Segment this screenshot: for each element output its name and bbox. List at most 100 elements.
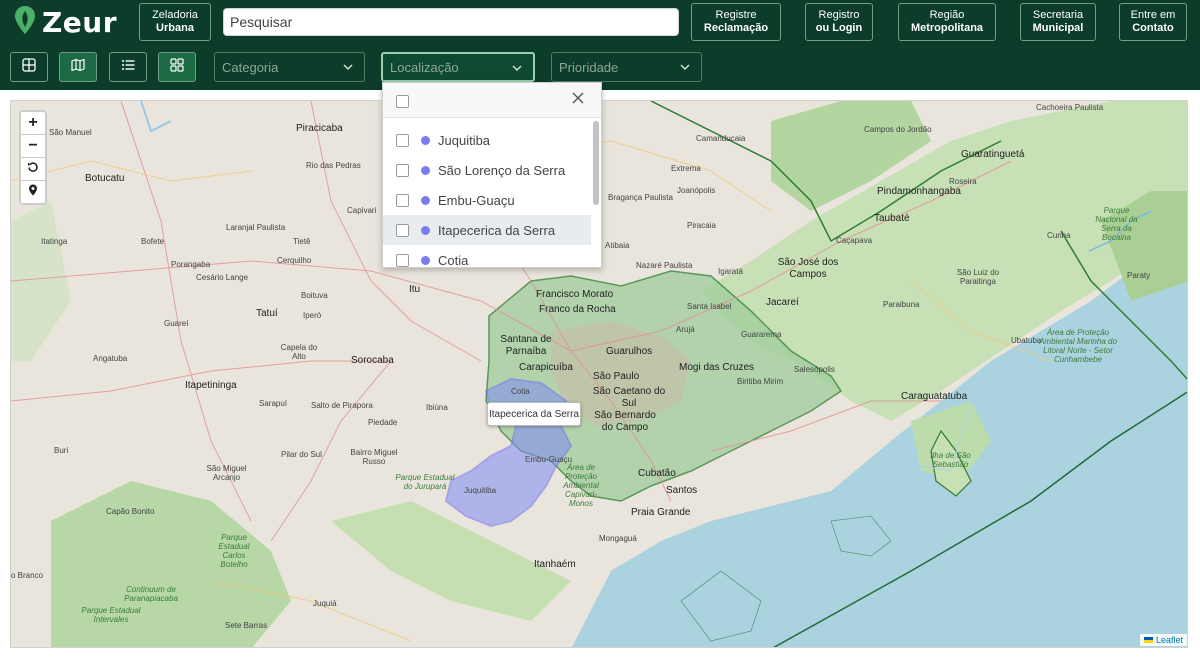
ukraine-flag-icon — [1143, 637, 1153, 643]
nav-zeladoria-urbana[interactable]: Zeladoria Urbana — [139, 3, 211, 41]
map-label-taubate: Taubaté — [874, 213, 910, 224]
color-dot — [421, 195, 430, 205]
map-label-parque-jurupara: Parque Estadual do Jurupará — [395, 473, 455, 491]
map-label-atibaia: Atibaia — [605, 241, 630, 250]
close-icon[interactable] — [572, 91, 584, 109]
priority-select-label: Prioridade — [559, 59, 619, 75]
location-select-label: Localização — [390, 59, 459, 75]
color-dot — [421, 135, 430, 145]
map-label-parque-carlos-botelho: Parque Estadual Carlos Botelho — [218, 533, 250, 569]
map-label-mogi-das-cruzes: Mogi das Cruzes — [679, 362, 755, 373]
location-option-sao-lorenco-da-serra[interactable]: São Lorenço da Serra — [383, 155, 591, 185]
map-label-botucatu: Botucatu — [85, 173, 125, 184]
map-label-aruja: Arujá — [676, 325, 695, 334]
location-pin-icon — [27, 183, 39, 201]
locate-button[interactable] — [21, 181, 45, 203]
map-label-guararema: Guararema — [741, 330, 782, 339]
map-label-santa-isabel: Santa Isabel — [687, 302, 732, 311]
location-option-juquitiba[interactable]: Juquitiba — [383, 125, 591, 155]
location-option-cotia[interactable]: Cotia — [383, 245, 591, 268]
list-icon — [121, 58, 135, 77]
map-label-bairro-miguel-russo: Bairro Miguel Russo — [350, 448, 398, 466]
nav-entre-em-contato[interactable]: Entre em Contato — [1119, 3, 1187, 41]
map-label-cunha: Cunha — [1047, 231, 1071, 240]
map-label-santana-de-parnaiba: Santana de Parnaíba — [500, 334, 552, 357]
map-attribution[interactable]: Leaflet — [1139, 634, 1187, 646]
map-label-braganca-paulista: Bragança Paulista — [608, 193, 673, 202]
brand-logo[interactable]: Zeur — [14, 3, 117, 41]
location-option-itapecerica-da-serra[interactable]: Itapecerica da Serra — [383, 215, 591, 245]
map-label-guarei: Guareí — [164, 319, 189, 328]
map-icon — [71, 58, 85, 77]
map-label-continuum-paranapiacaba: Continuum de Paranapiacaba — [124, 585, 178, 603]
map-pin-logo-icon — [14, 5, 36, 40]
map-label-tatui: Tatuí — [256, 308, 278, 319]
nav-secretaria-municipal[interactable]: Secretaria Municipal — [1020, 3, 1096, 41]
nav-label-line1: Zeladoria — [152, 9, 198, 21]
option-checkbox[interactable] — [396, 133, 409, 147]
map-view-button[interactable] — [59, 52, 97, 82]
map-label-piedade: Piedade — [368, 418, 398, 427]
map-label-guarulhos: Guarulhos — [606, 346, 653, 357]
map-label-pindamonhangaba: Pindamonhangaba — [877, 186, 961, 197]
color-dot — [421, 225, 430, 235]
map-label-santos: Santos — [666, 485, 698, 496]
map-label-praia-grande: Praia Grande — [631, 507, 691, 518]
map-label-sao-miguel-arcanjo: São Miguel Arcanjo — [206, 464, 247, 482]
nav-label-line1: Entre em — [1130, 9, 1176, 21]
nav-label-line2: Contato — [1132, 22, 1174, 34]
map-label-pilar-do-sul: Pilar do Sul — [281, 450, 322, 459]
map-label-ibiuna: Ibiúna — [426, 403, 448, 412]
dropdown-scrollbar[interactable] — [593, 121, 599, 205]
grid-icon — [170, 57, 184, 77]
map-label-buri: Buri — [54, 446, 69, 455]
list-view-button[interactable] — [109, 52, 147, 82]
option-checkbox[interactable] — [396, 253, 409, 267]
color-dot — [421, 255, 430, 265]
chevron-down-icon — [511, 62, 523, 77]
map-label-itanhaem: Itanhaém — [534, 559, 576, 570]
nav-registro-login[interactable]: Registro ou Login — [805, 3, 873, 41]
grid-view-button[interactable] — [158, 52, 196, 82]
map-tooltip: Itapecerica da Serra — [487, 402, 581, 426]
map-label-paraty: Paraty — [1127, 271, 1151, 280]
attribution-link[interactable]: Leaflet — [1156, 635, 1183, 645]
nav-regiao-metropolitana[interactable]: Região Metropolitana — [898, 3, 996, 41]
reset-view-button[interactable] — [21, 158, 45, 181]
map-label-cerquilho: Cerquilho — [277, 256, 312, 265]
map-label-tiete: Tietê — [293, 237, 311, 246]
map-label-campos-do-jordao: Campos do Jordão — [864, 125, 932, 134]
select-all-checkbox[interactable] — [396, 95, 409, 108]
map-label-sao-bernardo-do-campo: São Bernardo do Campo — [594, 410, 656, 433]
priority-select[interactable]: Prioridade — [551, 52, 702, 82]
table-view-button[interactable] — [10, 52, 48, 82]
map-label-francisco-morato: Francisco Morato — [536, 289, 614, 300]
map-label-biritiba-mirim: Biritiba Mirim — [737, 377, 784, 386]
map-label-parque-intervales: Parque Estadual Intervales — [81, 606, 141, 624]
option-checkbox[interactable] — [396, 163, 409, 177]
nav-label-line1: Registre — [715, 9, 757, 21]
map-label-sarapui: Sarapuí — [259, 399, 288, 408]
map-label-sao-paulo: São Paulo — [593, 371, 640, 382]
map-label-franco-da-rocha: Franco da Rocha — [539, 304, 616, 315]
map-label-boituva: Boituva — [301, 291, 328, 300]
map-label-itu: Itu — [409, 284, 421, 295]
map-label-sete-barras: Sete Barras — [225, 621, 268, 630]
map-label-bofete: Bofete — [141, 237, 165, 246]
map-label-carapicuiba: Carapicuíba — [519, 362, 573, 373]
zoom-out-button[interactable]: − — [21, 135, 45, 158]
nav-registre-reclamacao[interactable]: Registre Reclamação — [691, 3, 781, 41]
map-label-sorocaba: Sorocaba — [351, 355, 394, 366]
location-option-embu-guacu[interactable]: Embu-Guaçu — [383, 185, 591, 215]
search-input[interactable] — [223, 8, 679, 36]
map-label-capela-do-alto: Capela do Alto — [280, 343, 318, 361]
map-label-extrema: Extrema — [671, 164, 701, 173]
option-label: Cotia — [438, 252, 469, 268]
map-label-juquitiba: Juquitiba — [464, 486, 497, 495]
option-checkbox[interactable] — [396, 193, 409, 207]
option-checkbox[interactable] — [396, 223, 409, 237]
zoom-in-button[interactable]: + — [21, 112, 45, 135]
category-select[interactable]: Categoria — [214, 52, 365, 82]
dropdown-header — [383, 83, 601, 118]
location-select[interactable]: Localização — [381, 52, 535, 82]
